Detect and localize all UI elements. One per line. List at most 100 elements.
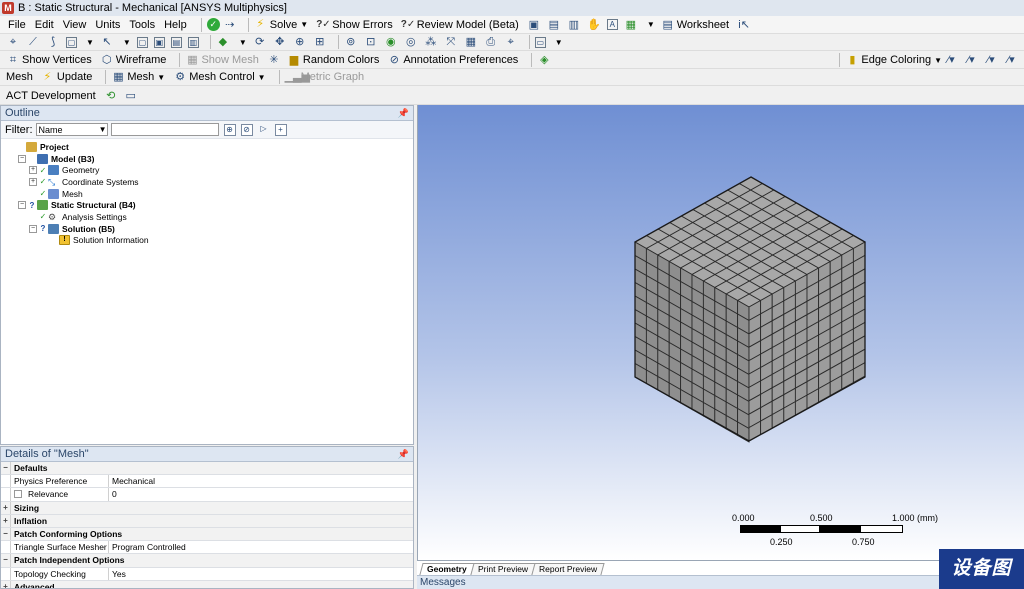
- filter-play-icon[interactable]: ▷: [258, 124, 270, 136]
- console-icon[interactable]: ▭: [124, 89, 138, 103]
- collapse-icon[interactable]: −: [1, 554, 11, 567]
- parameter-checkbox[interactable]: [14, 490, 22, 499]
- tree-node[interactable]: + ✓ ⤡ Coordinate Systems: [1, 176, 413, 188]
- edge-style-1-icon[interactable]: ⁄▾: [944, 53, 958, 67]
- tree-node[interactable]: −? Static Structural (B4): [1, 199, 413, 211]
- details-group-row[interactable]: + Advanced: [1, 580, 413, 588]
- previous-view-icon[interactable]: ◉: [384, 35, 398, 49]
- tab-print-preview[interactable]: Print Preview: [470, 563, 536, 575]
- collapse-icon[interactable]: −: [1, 527, 11, 541]
- select-vertex-icon[interactable]: ⌖: [6, 35, 20, 49]
- tree-node[interactable]: Project: [1, 141, 413, 153]
- report-icon[interactable]: ▥: [567, 18, 581, 32]
- context-help-icon[interactable]: i↖: [737, 18, 751, 32]
- view-mode-icon[interactable]: ◆: [216, 35, 230, 49]
- chevron-down-icon[interactable]: ▼: [300, 20, 308, 29]
- next-view-icon[interactable]: ◎: [404, 35, 418, 49]
- solve-button[interactable]: ⚡ Solve ▼: [254, 18, 308, 31]
- explode-icon[interactable]: ✳: [267, 53, 281, 67]
- details-group-row[interactable]: − Patch Independent Options: [1, 554, 413, 568]
- extend-tangent-icon[interactable]: ▤: [170, 36, 182, 48]
- filter-type-select[interactable]: Name ▼: [35, 123, 108, 136]
- details-property-row[interactable]: Physics Preference Mechanical: [1, 475, 413, 489]
- tree-node[interactable]: + ✓ Geometry: [1, 164, 413, 176]
- details-property-value[interactable]: Yes: [109, 568, 413, 580]
- expand-icon[interactable]: +: [1, 580, 11, 588]
- details-group-row[interactable]: + Sizing: [1, 501, 413, 515]
- tab-geometry[interactable]: Geometry: [419, 563, 475, 575]
- update-button[interactable]: ⚡ Update: [41, 71, 93, 84]
- collapse-all-icon[interactable]: +: [274, 123, 287, 136]
- show-mesh-button[interactable]: ▦ Show Mesh: [185, 53, 259, 67]
- chevron-down-icon[interactable]: ▼: [86, 38, 94, 47]
- edge-style-3-icon[interactable]: ⁄▾: [984, 53, 998, 67]
- menu-edit[interactable]: Edit: [35, 19, 54, 31]
- select-edge-icon[interactable]: ⟋: [26, 35, 40, 49]
- collapse-icon[interactable]: −: [29, 224, 37, 233]
- details-property-value[interactable]: 0: [109, 488, 413, 500]
- details-property-value[interactable]: Mechanical: [109, 475, 413, 487]
- collapse-environments-icon[interactable]: ⊘: [240, 123, 253, 136]
- menu-units[interactable]: Units: [95, 19, 120, 31]
- magnifier-window-icon[interactable]: ⊡: [364, 35, 378, 49]
- collapse-icon[interactable]: −: [18, 201, 26, 210]
- chevron-down-icon[interactable]: ▼: [934, 56, 942, 65]
- collapse-icon[interactable]: −: [18, 154, 26, 163]
- extend-limits-icon[interactable]: ▣: [153, 36, 165, 48]
- tree-node[interactable]: ✓ Mesh: [1, 188, 413, 200]
- menu-help[interactable]: Help: [164, 19, 187, 31]
- edge-coloring-button[interactable]: ▮ Edge Coloring ▼: [845, 53, 942, 67]
- select-body-icon[interactable]: ▢: [66, 36, 77, 48]
- show-vertices-button[interactable]: ⌗ Show Vertices: [6, 53, 92, 67]
- chevron-down-icon[interactable]: ▼: [555, 38, 563, 47]
- wireframe-button[interactable]: ⬡ Wireframe: [100, 53, 167, 67]
- collapse-icon[interactable]: −: [1, 462, 11, 475]
- expand-icon[interactable]: +: [1, 514, 11, 527]
- menu-view[interactable]: View: [63, 19, 87, 31]
- text-annotation-icon[interactable]: A: [606, 19, 618, 30]
- show-errors-button[interactable]: ?✓ Show Errors: [316, 18, 393, 31]
- isometric-view-icon[interactable]: ⁂: [424, 35, 438, 49]
- display-plane-icon[interactable]: ▦: [464, 35, 478, 49]
- hand-icon[interactable]: ✋: [587, 18, 601, 32]
- tree-node[interactable]: −? Solution (B5): [1, 223, 413, 235]
- details-group-row[interactable]: + Inflation: [1, 514, 413, 528]
- set-view-icon[interactable]: ⤧: [444, 35, 458, 49]
- select-mode-icon[interactable]: ↖: [100, 35, 114, 49]
- menu-file[interactable]: File: [8, 19, 26, 31]
- edge-style-2-icon[interactable]: ⁄▾: [964, 53, 978, 67]
- details-group-row[interactable]: − Defaults: [1, 462, 413, 476]
- pin-icon[interactable]: 📌: [398, 449, 409, 460]
- graphics-viewport[interactable]: 0.000 0.500 1.000 (mm) 0.250 0.750: [417, 105, 1024, 560]
- thicken-icon[interactable]: ◈: [537, 53, 551, 67]
- worksheet-button[interactable]: ▤ Worksheet: [661, 18, 730, 32]
- tree-node[interactable]: − Model (B3): [1, 153, 413, 165]
- tree-node[interactable]: ✓ ⚙ Analysis Settings: [1, 211, 413, 223]
- random-colors-button[interactable]: ▆ Random Colors: [287, 53, 380, 67]
- image-capture-icon[interactable]: ▦: [624, 18, 638, 32]
- annotation-preferences-button[interactable]: ⊘ Annotation Preferences: [387, 53, 519, 67]
- tab-report-preview[interactable]: Report Preview: [531, 563, 605, 575]
- expand-icon[interactable]: +: [29, 166, 37, 175]
- chart-icon[interactable]: ▤: [547, 18, 561, 32]
- rotate-icon[interactable]: ⟳: [253, 35, 267, 49]
- details-property-value[interactable]: Program Controlled: [109, 541, 413, 553]
- chevron-down-icon[interactable]: ▼: [123, 38, 131, 47]
- details-property-row[interactable]: Relevance 0: [1, 488, 413, 502]
- select-face-icon[interactable]: ⟆: [46, 35, 60, 49]
- chevron-down-icon[interactable]: ▼: [647, 20, 655, 29]
- expand-icon[interactable]: +: [1, 501, 11, 514]
- menu-tools[interactable]: Tools: [129, 19, 155, 31]
- chevron-down-icon[interactable]: ▼: [239, 38, 247, 47]
- reload-extensions-icon[interactable]: ⟲: [104, 89, 118, 103]
- details-group-row[interactable]: − Patch Conforming Options: [1, 527, 413, 542]
- zoom-to-fit-icon[interactable]: ⊚: [344, 35, 358, 49]
- extend-adjacent-icon[interactable]: ▢: [136, 36, 148, 48]
- viewports-icon[interactable]: ▭: [534, 36, 546, 48]
- pin-icon[interactable]: 📌: [398, 108, 409, 119]
- tag-icon[interactable]: ⌖: [504, 35, 518, 49]
- box-zoom-icon[interactable]: ⊞: [313, 35, 327, 49]
- image-icon[interactable]: ▣: [527, 18, 541, 32]
- mesh-control-button[interactable]: ⚙ Mesh Control ▼: [173, 70, 265, 84]
- expand-icon[interactable]: +: [29, 177, 37, 186]
